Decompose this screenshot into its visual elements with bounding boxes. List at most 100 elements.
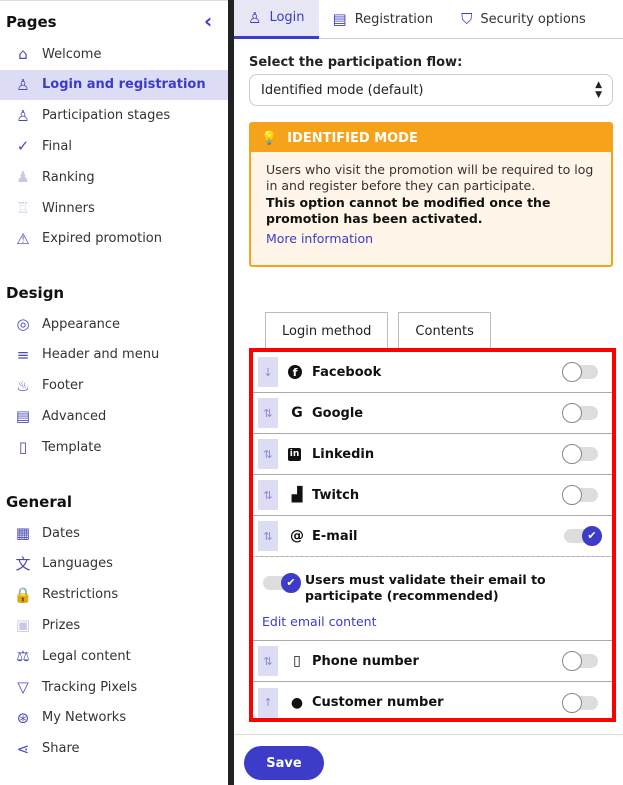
- tab-registration[interactable]: ▤ Registration: [319, 0, 448, 39]
- toggle-e-mail[interactable]: ✔: [564, 526, 602, 546]
- main-panel: ♙ Login ▤ Registration ⛉ Security options Sel…: [234, 0, 623, 785]
- drag-handle-icon[interactable]: ↓: [258, 357, 278, 387]
- sidebar-item-label: Expired promotion: [42, 231, 162, 247]
- tab-login[interactable]: ♙ Login: [234, 0, 319, 39]
- login-method-row-twitch: ⇅ ▟ Twitch: [253, 475, 612, 516]
- toggle-phone-number[interactable]: [562, 651, 598, 671]
- google-icon: G: [291, 405, 303, 421]
- toggle-knob: [562, 403, 582, 423]
- sidebar-item-label: Header and menu: [42, 347, 160, 363]
- sidebar-item-welcome[interactable]: ⌂ Welcome: [0, 39, 228, 69]
- person-icon: ●: [290, 694, 304, 711]
- form-icon: ▤: [332, 10, 347, 28]
- sidebar-item-label: My Networks: [42, 710, 127, 726]
- sidebar-item-label: Ranking: [42, 169, 95, 185]
- method-label: Customer number: [312, 695, 444, 710]
- collapse-sidebar-icon[interactable]: ‹: [204, 9, 212, 33]
- flow-select[interactable]: Identified mode (default) ▲ ▼: [249, 74, 613, 106]
- gavel-icon: ⚖: [16, 647, 30, 666]
- drag-handle-icon[interactable]: ⇅: [258, 398, 278, 428]
- check-icon: ✓: [16, 137, 30, 156]
- sidebar-item-label: Appearance: [42, 316, 121, 332]
- phone-icon: ▯: [293, 653, 301, 669]
- file-icon: ▯: [18, 438, 28, 457]
- sidebar-item-label: Share: [42, 741, 80, 757]
- drag-handle-icon[interactable]: ⇅: [258, 439, 278, 469]
- sidebar-item-share[interactable]: ⋖ Share: [0, 734, 228, 764]
- sidebar-item-ranking[interactable]: ♟ Ranking: [0, 162, 228, 192]
- select-arrows-icon: ▲ ▼: [595, 80, 602, 100]
- sidebar-item-template[interactable]: ▯ Template: [0, 432, 228, 462]
- toggle-facebook[interactable]: [562, 362, 598, 382]
- lightbulb-icon: 💡: [261, 130, 278, 146]
- tab-login-method[interactable]: Login method: [265, 312, 389, 350]
- sidebar-item-tracking-pixels[interactable]: ▽ Tracking Pixels: [0, 672, 228, 702]
- at-icon: @: [290, 528, 304, 544]
- sidebar-item-label: Tracking Pixels: [42, 679, 138, 695]
- sidebar-item-dates[interactable]: ▦ Dates: [0, 518, 228, 548]
- sidebar-item-label: Advanced: [42, 408, 107, 424]
- sidebar-item-header-and-menu[interactable]: ≡ Header and menu: [0, 340, 228, 370]
- sidebar-item-languages[interactable]: 文 Languages: [0, 549, 228, 579]
- calendar-icon: ▦: [15, 524, 31, 542]
- sidebar-item-label: Final: [42, 138, 72, 154]
- sidebar-item-login-and-registration[interactable]: ♙ Login and registration: [0, 69, 228, 100]
- menu-icon: ≡: [16, 345, 30, 364]
- method-label: E-mail: [312, 528, 358, 544]
- validate-email-label: Users must validate their email to parti…: [305, 572, 546, 603]
- toggle-linkedin[interactable]: [562, 444, 598, 464]
- tab-label: Registration: [354, 11, 434, 27]
- translate-icon: 文: [15, 555, 31, 574]
- toggle-knob: [562, 485, 582, 505]
- identified-mode-alert: 💡 IDENTIFIED MODE Users who visit the pro…: [249, 122, 613, 267]
- validate-email-toggle[interactable]: ✔: [263, 573, 301, 593]
- user-icon: ♙: [248, 8, 262, 27]
- toggle-customer-number[interactable]: [562, 692, 598, 713]
- method-label: Google: [312, 405, 364, 421]
- document-icon: ▤: [15, 407, 31, 426]
- sidebar-item-label: Dates: [42, 525, 80, 541]
- toggle-google[interactable]: [562, 403, 598, 423]
- drag-handle-icon[interactable]: ↑: [258, 687, 278, 718]
- toggle-twitch[interactable]: [562, 485, 598, 505]
- sidebar-item-final[interactable]: ✓ Final: [0, 131, 228, 161]
- more-information-link[interactable]: More information: [266, 231, 596, 247]
- sidebar-item-label: Winners: [42, 200, 95, 216]
- drag-handle-icon[interactable]: ⇅: [258, 480, 278, 510]
- sidebar-item-winners[interactable]: ♖ Winners: [0, 193, 228, 223]
- login-method-row-phone-number: ⇅ ▯ Phone number: [253, 641, 612, 682]
- divider: [234, 734, 623, 735]
- filter-icon: ▽: [17, 678, 29, 696]
- sidebar-item-prizes[interactable]: ▣ Prizes: [0, 610, 228, 640]
- edit-email-content-link[interactable]: Edit email content: [262, 614, 376, 629]
- sidebar-item-label: Login and registration: [42, 77, 206, 93]
- ranking-icon: ♟: [16, 168, 30, 187]
- sidebar-item-restrictions[interactable]: 🔒 Restrictions: [0, 580, 228, 610]
- sidebar-item-legal-content[interactable]: ⚖ Legal content: [0, 641, 228, 671]
- method-label: Twitch: [312, 487, 360, 503]
- flow-select-value: Identified mode (default): [261, 82, 424, 98]
- sidebar-item-appearance[interactable]: ◎ Appearance: [0, 309, 228, 339]
- sidebar-item-footer[interactable]: ♨ Footer: [0, 371, 228, 401]
- tab-bar: ♙ Login ▤ Registration ⛉ Security options: [234, 0, 623, 39]
- palette-icon: ◎: [16, 315, 30, 333]
- drag-handle-icon[interactable]: ⇅: [258, 521, 278, 551]
- sidebar-item-label: Prizes: [42, 617, 81, 633]
- sidebar-item-my-networks[interactable]: ⊛ My Networks: [0, 703, 228, 733]
- sidebar-item-advanced[interactable]: ▤ Advanced: [0, 401, 228, 431]
- facebook-icon: f: [288, 365, 302, 379]
- save-button[interactable]: Save: [244, 746, 324, 780]
- drag-handle-icon[interactable]: ⇅: [258, 646, 278, 676]
- sidebar-item-label: Languages: [42, 556, 113, 572]
- sidebar-item-participation-stages[interactable]: ♙ Participation stages: [0, 101, 228, 131]
- user-stages-icon: ♙: [16, 106, 30, 125]
- method-label: Linkedin: [312, 446, 375, 462]
- toggle-knob: ✔: [582, 526, 602, 546]
- tab-contents[interactable]: Contents: [398, 312, 491, 350]
- twitch-icon: ▟: [291, 487, 303, 503]
- sidebar-item-label: Legal content: [42, 648, 131, 664]
- sidebar-item-expired-promotion[interactable]: ⚠ Expired promotion: [0, 224, 228, 254]
- share-icon: ⋖: [16, 739, 30, 758]
- login-method-row-e-mail: ⇅ @ E-mail ✔: [253, 516, 612, 557]
- tab-security-options[interactable]: ⛉ Security options: [447, 0, 600, 39]
